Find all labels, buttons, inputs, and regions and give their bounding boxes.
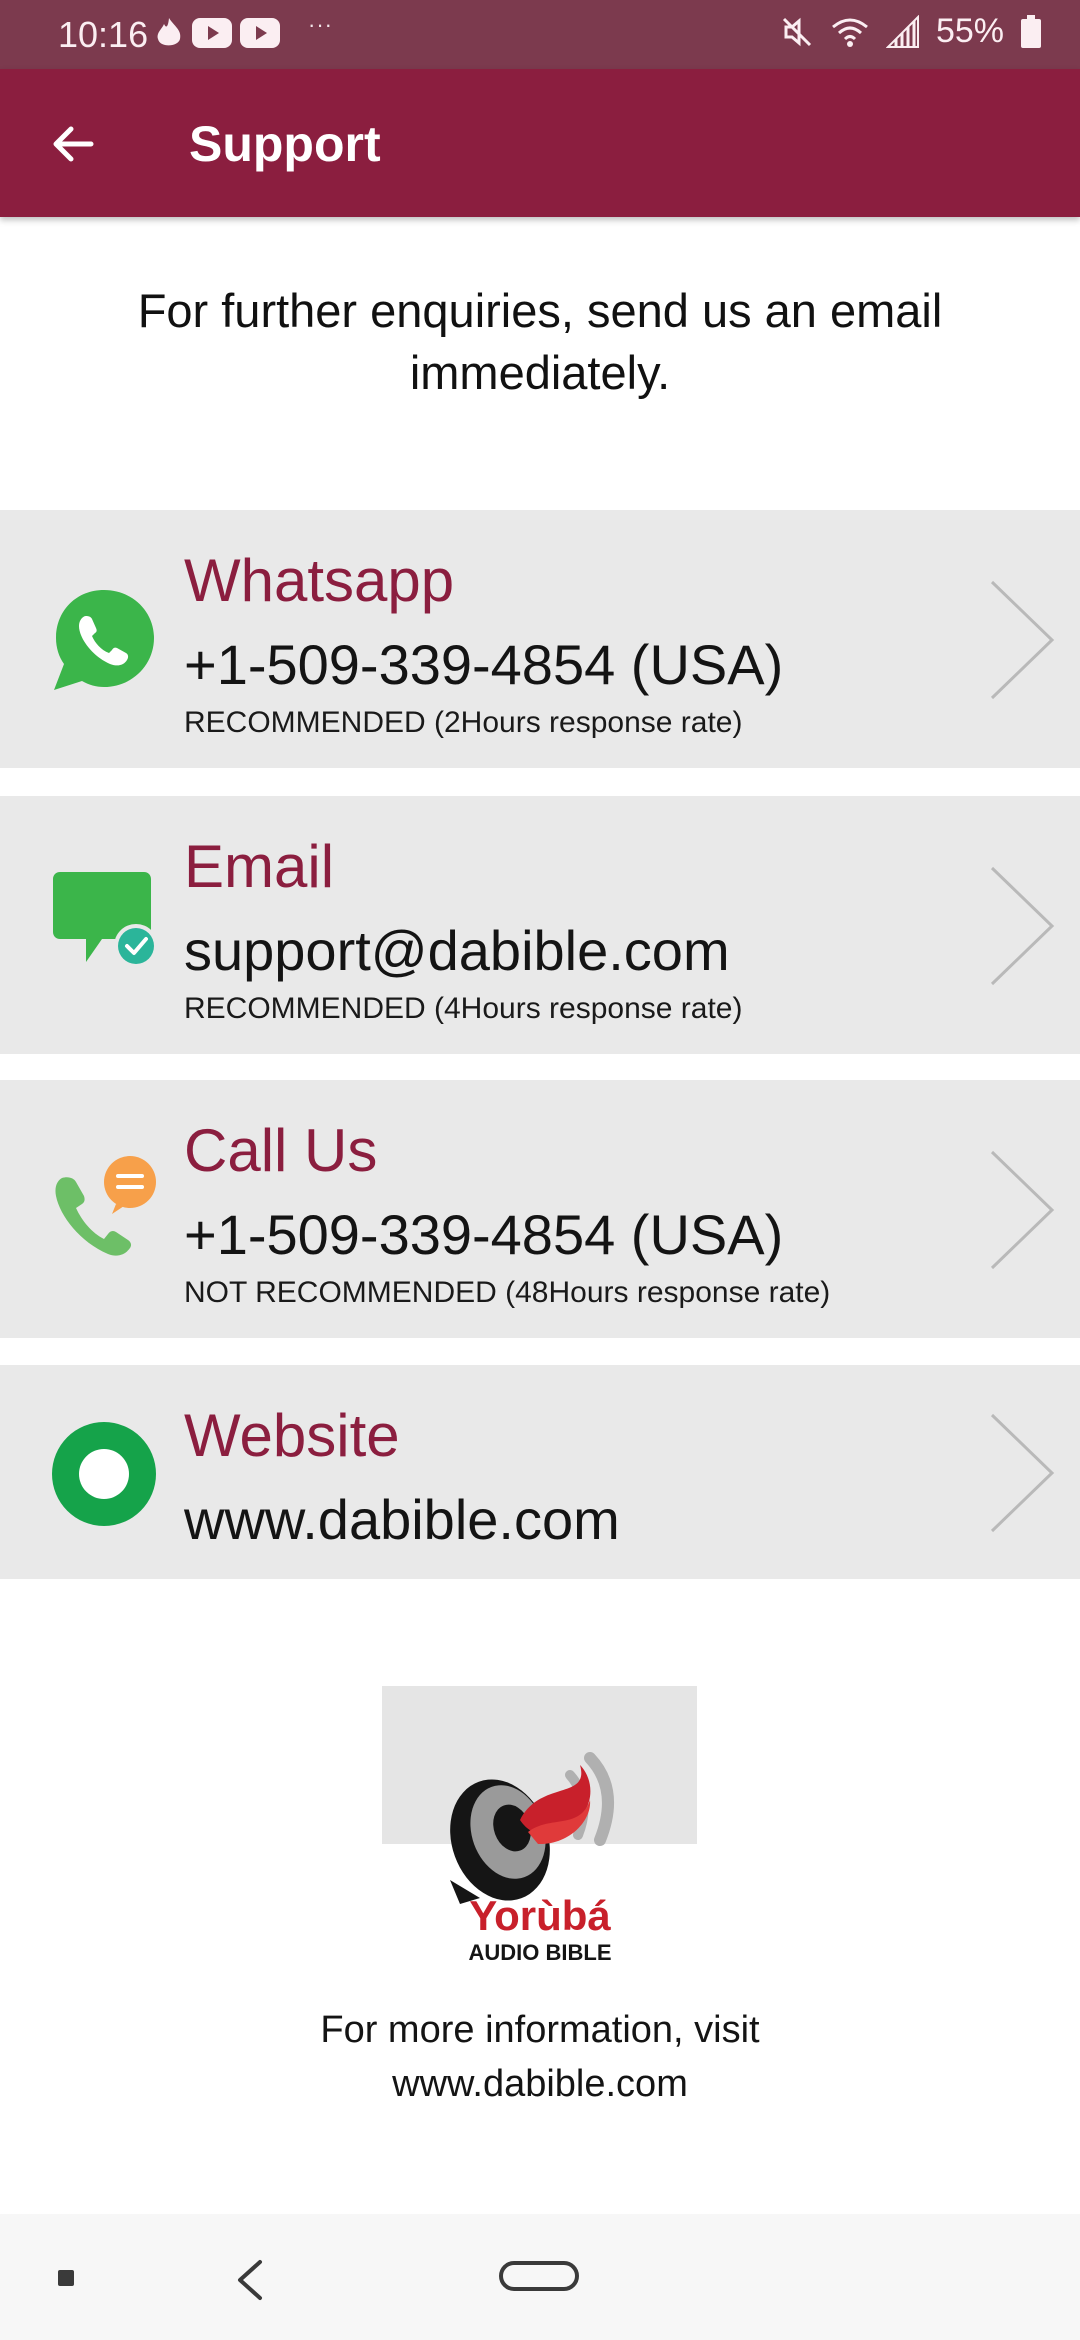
nav-back-icon[interactable] [232, 2258, 268, 2302]
contact-title: Call Us [184, 1117, 378, 1184]
status-bar: 10:16 ··· 55% [0, 0, 1080, 69]
app-bar: Support [0, 69, 1080, 217]
battery-percent: 55% [935, 12, 1004, 50]
back-button[interactable] [38, 109, 108, 179]
youtube-icon [192, 18, 232, 48]
footer-website-link[interactable]: www.dabible.com [140, 2057, 940, 2111]
contact-title: Email [184, 833, 335, 900]
footer-line-1: For more information, visit [320, 2009, 760, 2051]
contact-note: RECOMMENDED (2Hours response rate) [184, 706, 743, 739]
home-button[interactable] [499, 2261, 579, 2291]
page-title: Support [189, 116, 381, 172]
contact-title: Website [184, 1402, 400, 1469]
status-right-icons: 55% [780, 12, 1042, 51]
contact-value: support@dabible.com [184, 919, 730, 982]
battery-icon [1021, 14, 1041, 48]
status-time: 10:16 [58, 14, 149, 55]
contact-title: Whatsapp [184, 547, 455, 614]
contact-note: RECOMMENDED (4Hours response rate) [184, 992, 743, 1025]
footer-text: For more information, visit www.dabible.… [140, 2003, 940, 2111]
notification-icons [154, 16, 280, 50]
contact-value: +1-509-339-4854 (USA) [184, 633, 784, 696]
whatsapp-icon [54, 590, 154, 690]
chevron-right-icon [990, 1150, 1055, 1270]
contact-card-email[interactable]: Email support@dabible.com RECOMMENDED (4… [0, 796, 1080, 1054]
contact-card-whatsapp[interactable]: Whatsapp +1-509-339-4854 (USA) RECOMMEND… [0, 510, 1080, 768]
intro-text: For further enquiries, send us an email … [137, 284, 943, 399]
arrow-left-icon [53, 126, 94, 162]
logo-title: Yorùbá [469, 1892, 611, 1939]
youtube-icon [240, 18, 280, 48]
chevron-right-icon [990, 866, 1055, 986]
phone-chat-icon [55, 1156, 156, 1256]
contact-value: www.dabible.com [184, 1488, 620, 1551]
chat-bubble-check-icon [53, 872, 158, 968]
recents-button[interactable] [58, 2270, 74, 2286]
yoruba-audio-bible-logo: Yorùbá AUDIO BIBLE [450, 1752, 614, 1965]
chevron-right-icon [990, 1413, 1055, 1533]
contact-card-website[interactable]: Website www.dabible.com [0, 1365, 1080, 1579]
website-circle-icon [52, 1422, 156, 1526]
signal-icon [885, 14, 919, 48]
status-more-indicator: ··· [308, 12, 333, 37]
contact-note: NOT RECOMMENDED (48Hours response rate) [184, 1276, 831, 1309]
wifi-icon [831, 18, 868, 47]
system-nav-bar [0, 2214, 1080, 2340]
contact-value: +1-509-339-4854 (USA) [184, 1203, 784, 1266]
chevron-right-icon [990, 580, 1055, 700]
tinder-flame-icon [157, 18, 181, 46]
logo-subtitle: AUDIO BIBLE [469, 1940, 612, 1965]
mute-icon [782, 17, 811, 46]
contact-card-call[interactable]: Call Us +1-509-339-4854 (USA) NOT RECOMM… [0, 1080, 1080, 1338]
